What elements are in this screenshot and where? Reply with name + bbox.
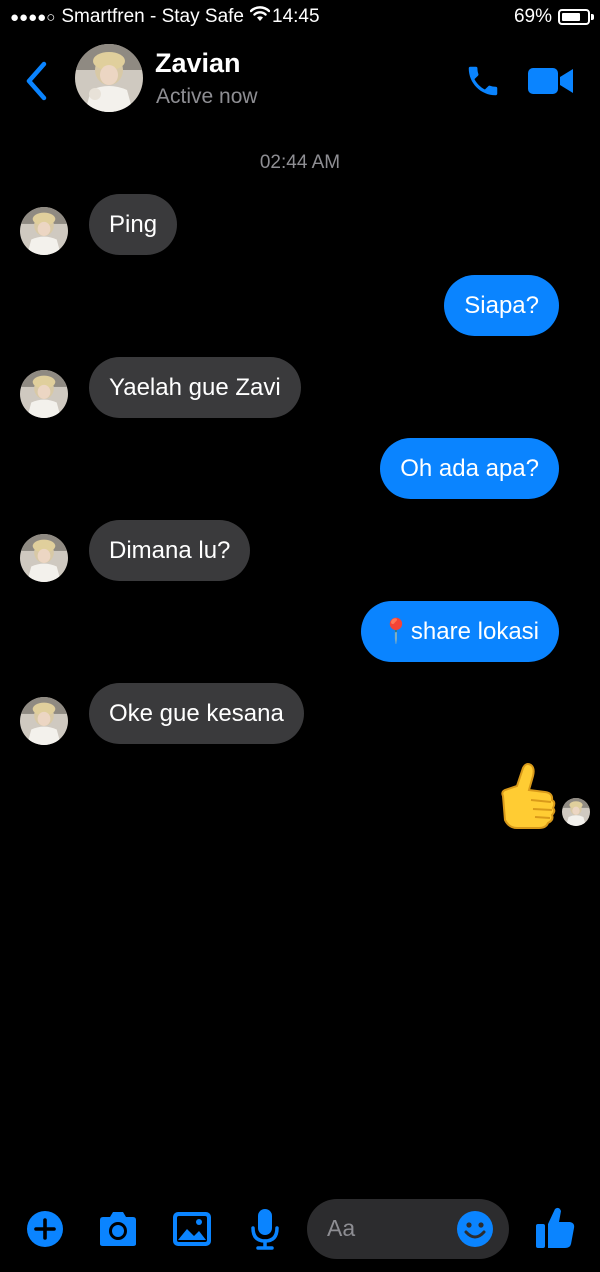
thumbs-up-message[interactable] — [495, 762, 561, 832]
phone-icon — [468, 66, 498, 96]
contact-avatar[interactable] — [75, 44, 143, 112]
chat-header: Zavian Active now — [0, 36, 600, 126]
plus-icon — [27, 1211, 63, 1247]
sender-avatar[interactable] — [20, 207, 68, 255]
incoming-message-bubble[interactable]: Ping — [89, 194, 178, 255]
emoji-icon — [457, 1211, 493, 1247]
incoming-message-bubble[interactable]: Yaelah gue Zavi — [89, 357, 301, 418]
incoming-message-bubble[interactable]: Oke gue kesana — [89, 683, 304, 744]
video-camera-icon — [528, 68, 573, 94]
signal-dots-icon: ●●●●○ — [10, 8, 56, 26]
outgoing-message-bubble[interactable]: Siapa? — [444, 275, 559, 336]
status-left: ●●●●○ Smartfren - Stay Safe 14:45 — [10, 6, 320, 28]
voice-message-button[interactable] — [250, 1208, 280, 1255]
plus-button[interactable] — [26, 1210, 64, 1253]
sender-avatar[interactable] — [20, 697, 68, 745]
clock: 14:45 — [272, 6, 320, 27]
camera-button[interactable] — [96, 1210, 140, 1253]
send-like-button[interactable] — [535, 1206, 575, 1255]
active-status: Active now — [156, 85, 258, 108]
read-receipt-avatar — [562, 798, 590, 826]
wifi-icon — [249, 6, 271, 28]
camera-icon — [100, 1212, 136, 1246]
back-button[interactable] — [22, 60, 52, 102]
outgoing-message-bubble[interactable]: Oh ada apa? — [380, 438, 559, 499]
emoji-button[interactable] — [456, 1210, 494, 1248]
outgoing-message-bubble[interactable]: 📍share lokasi — [361, 601, 559, 662]
image-icon — [173, 1212, 211, 1246]
gallery-button[interactable] — [172, 1210, 212, 1253]
message-composer: Aa — [0, 1190, 600, 1272]
chevron-left-icon — [26, 61, 47, 101]
sender-avatar[interactable] — [20, 534, 68, 582]
voice-call-button[interactable] — [464, 62, 502, 100]
status-right: 69% — [513, 6, 594, 28]
thumbs-up-icon — [536, 1207, 575, 1248]
status-bar: ●●●●○ Smartfren - Stay Safe 14:45 69% — [0, 0, 600, 36]
incoming-message-bubble[interactable]: Dimana lu? — [89, 520, 251, 581]
microphone-icon — [251, 1209, 279, 1250]
message-input[interactable]: Aa — [307, 1199, 509, 1259]
message-timestamp: 02:44 AM — [259, 152, 341, 173]
battery-percent: 69% — [513, 6, 552, 27]
carrier-label: Smartfren - Stay Safe — [61, 6, 244, 27]
contact-name[interactable]: Zavian — [155, 48, 241, 79]
thumbs-up-emoji-icon — [501, 763, 556, 829]
sender-avatar[interactable] — [20, 370, 68, 418]
message-input-placeholder: Aa — [327, 1215, 356, 1241]
battery-icon — [558, 9, 594, 25]
video-call-button[interactable] — [527, 64, 575, 98]
